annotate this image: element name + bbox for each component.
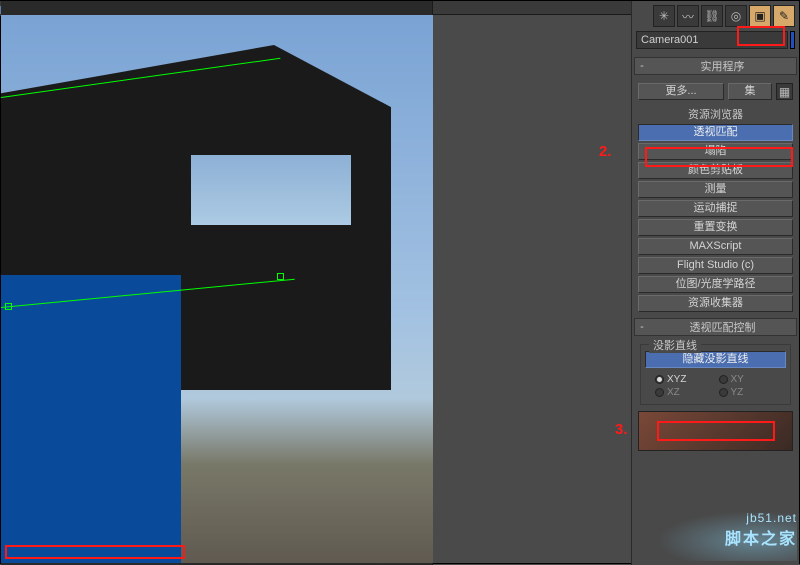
rollout-toggle-icon: - (635, 60, 649, 72)
rollout-utilities-body: 更多... 集 ▦ 资源浏览器 透视匹配 塌陷 颜色剪贴板 测量 运动捕捉 重置… (632, 77, 799, 316)
radio-dot-icon (655, 388, 664, 397)
hierarchy-tab-icon[interactable]: ⛓ (701, 5, 723, 27)
modify-tab-icon[interactable]: 〰 (677, 5, 699, 27)
reset-xform-button[interactable]: 重置变换 (638, 219, 793, 236)
display-tab-icon[interactable]: ▣ (749, 5, 771, 27)
radio-xyz[interactable]: XYZ (655, 374, 713, 385)
motion-capture-button[interactable]: 运动捕捉 (638, 200, 793, 217)
vanishing-handle-1[interactable] (277, 273, 284, 280)
flight-studio-button[interactable]: Flight Studio (c) (638, 257, 793, 274)
perspective-match-button[interactable]: 透视匹配 (638, 124, 793, 141)
hide-vanishing-lines-button[interactable]: 隐藏没影直线 (645, 351, 786, 368)
vanishing-handle-2[interactable] (5, 303, 12, 310)
viewport-image (1, 15, 433, 563)
rollout-pmcontrol-title: 透视匹配控制 (649, 319, 796, 335)
rollout-utilities-title: 实用程序 (649, 58, 796, 74)
object-color-swatch[interactable] (790, 31, 795, 49)
asset-collector-button[interactable]: 资源收集器 (638, 295, 793, 312)
annotation-label-2: 2. (599, 143, 612, 160)
annotation-box-perspective-match (645, 147, 793, 167)
sets-button[interactable]: 集 (728, 83, 772, 100)
command-panel-tabs: ✳ 〰 ⛓ ◎ ▣ ✎ (632, 1, 799, 29)
more-button[interactable]: 更多... (638, 83, 724, 100)
annotation-box-hide-lines (657, 421, 775, 441)
vanishing-lines-group: 没影直线 隐藏没影直线 XYZ XY XZ YZ (640, 344, 791, 405)
motion-tab-icon[interactable]: ◎ (725, 5, 747, 27)
config-sets-icon[interactable]: ▦ (776, 83, 793, 100)
create-tab-icon[interactable]: ✳ (653, 5, 675, 27)
rollout-utilities-header[interactable]: - 实用程序 (634, 57, 797, 75)
radio-yz[interactable]: YZ (719, 387, 777, 398)
viewport[interactable] (1, 1, 433, 565)
radio-dot-icon (655, 375, 664, 384)
radio-xy[interactable]: XY (719, 374, 777, 385)
maxscript-button[interactable]: MAXScript (638, 238, 793, 255)
annotation-label-3: 3. (615, 421, 628, 438)
annotation-box-bottom (5, 545, 185, 559)
vanishing-lines-group-label: 没影直线 (649, 337, 701, 353)
radio-xz[interactable]: XZ (655, 387, 713, 398)
measure-button[interactable]: 测量 (638, 181, 793, 198)
radio-dot-icon (719, 388, 728, 397)
geometry-box[interactable] (1, 275, 181, 563)
rollout-toggle-icon: - (635, 321, 649, 333)
utilities-tab-icon[interactable]: ✎ (773, 5, 795, 27)
rollout-pmcontrol-header[interactable]: - 透视匹配控制 (634, 318, 797, 336)
asset-browser-label: 资源浏览器 (638, 106, 793, 122)
annotation-box-tabicons (737, 26, 785, 46)
radio-dot-icon (719, 375, 728, 384)
command-panel: ✳ 〰 ⛓ ◎ ▣ ✎ - 实用程序 更多... 集 ▦ 资源浏览器 透视匹配 … (631, 1, 799, 565)
bitmap-path-button[interactable]: 位图/光度学路径 (638, 276, 793, 293)
building-window (191, 155, 351, 225)
